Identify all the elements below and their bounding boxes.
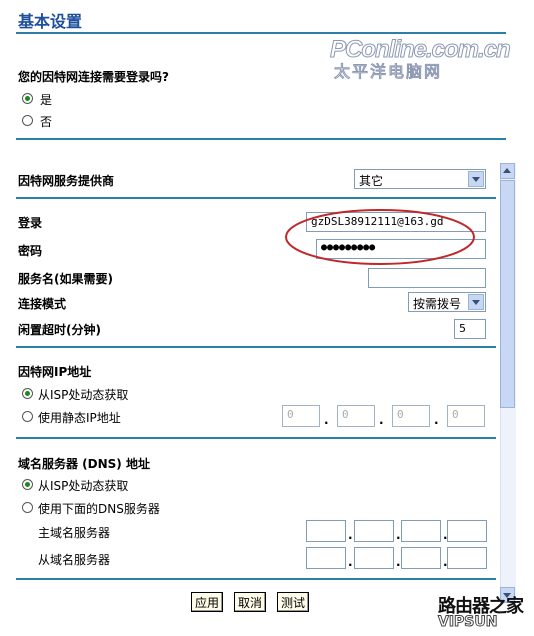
service-name-label: 服务名(如果需要) [18, 272, 113, 286]
apply-button[interactable]: 应用 [191, 592, 224, 612]
login-label: 登录 [18, 216, 43, 230]
isp-label: 因特网服务提供商 [18, 174, 115, 188]
secondary-dns-octet-4[interactable] [447, 547, 487, 569]
connection-mode-value: 按需拨号 [413, 297, 462, 311]
ip-dynamic-radio[interactable] [22, 388, 33, 399]
chevron-down-icon [468, 294, 484, 310]
divider [16, 578, 496, 580]
login-question-label: 您的因特网连接需要登录吗? [18, 70, 169, 84]
secondary-dns-octet-2[interactable] [354, 547, 394, 569]
dns-header: 域名服务器 (DNS) 地址 [18, 457, 150, 471]
page-title: 基本设置 [18, 12, 83, 31]
ip-static-label: 使用静态IP地址 [38, 411, 121, 425]
chevron-up-icon [503, 168, 511, 173]
login-yes-radio[interactable] [22, 93, 33, 104]
dns-dynamic-radio[interactable] [22, 479, 33, 490]
ip-dot: . [379, 413, 384, 427]
watermark-vipsun: VIPSUN [437, 614, 498, 631]
idle-timeout-label: 闲置超时(分钟) [18, 323, 101, 337]
divider [16, 437, 496, 439]
static-ip-octet-3[interactable]: 0 [392, 405, 430, 427]
ip-dot: . [434, 413, 439, 427]
password-label: 密码 [18, 244, 43, 258]
static-ip-octet-4[interactable]: 0 [447, 405, 485, 427]
ip-dot: . [348, 528, 353, 542]
ip-dot: . [324, 413, 329, 427]
title-divider [16, 32, 506, 34]
primary-dns-octet-4[interactable] [447, 520, 487, 542]
test-button[interactable]: 测试 [277, 592, 310, 612]
login-yes-label: 是 [40, 93, 53, 107]
login-no-radio[interactable] [22, 115, 33, 126]
primary-dns-label: 主域名服务器 [38, 526, 111, 540]
divider [16, 197, 496, 199]
static-ip-octet-1[interactable]: 0 [282, 405, 320, 427]
chevron-down-icon [468, 171, 484, 187]
cancel-button[interactable]: 取消 [234, 592, 267, 612]
dns-manual-label: 使用下面的DNS服务器 [38, 502, 160, 516]
dns-manual-radio[interactable] [22, 502, 33, 513]
idle-timeout-input[interactable]: 5 [454, 319, 486, 339]
secondary-dns-octet-1[interactable] [306, 547, 346, 569]
service-name-input[interactable] [368, 268, 486, 288]
secondary-dns-octet-3[interactable] [401, 547, 441, 569]
primary-dns-octet-3[interactable] [401, 520, 441, 542]
divider [16, 138, 506, 140]
ip-dot: . [396, 528, 401, 542]
annotation-ellipse [285, 209, 475, 265]
connection-mode-label: 连接模式 [18, 297, 67, 311]
ip-dot: . [396, 555, 401, 569]
ip-dot: . [348, 555, 353, 569]
divider [16, 346, 496, 348]
login-no-label: 否 [40, 115, 53, 129]
ip-static-radio[interactable] [22, 411, 33, 422]
connection-mode-select[interactable]: 按需拨号 [408, 292, 486, 312]
dns-dynamic-label: 从ISP处动态获取 [38, 479, 129, 493]
scroll-up-button[interactable] [500, 163, 515, 179]
ip-dynamic-label: 从ISP处动态获取 [38, 388, 129, 402]
primary-dns-octet-1[interactable] [306, 520, 346, 542]
isp-select-value: 其它 [359, 174, 384, 188]
scrollbar-thumb[interactable] [500, 180, 515, 408]
static-ip-octet-2[interactable]: 0 [337, 405, 375, 427]
secondary-dns-label: 从域名服务器 [38, 553, 111, 567]
primary-dns-octet-2[interactable] [354, 520, 394, 542]
watermark-subtitle: 太平洋电脑网 [333, 62, 443, 82]
internet-ip-header: 因特网IP地址 [18, 365, 92, 379]
isp-select[interactable]: 其它 [354, 169, 486, 189]
